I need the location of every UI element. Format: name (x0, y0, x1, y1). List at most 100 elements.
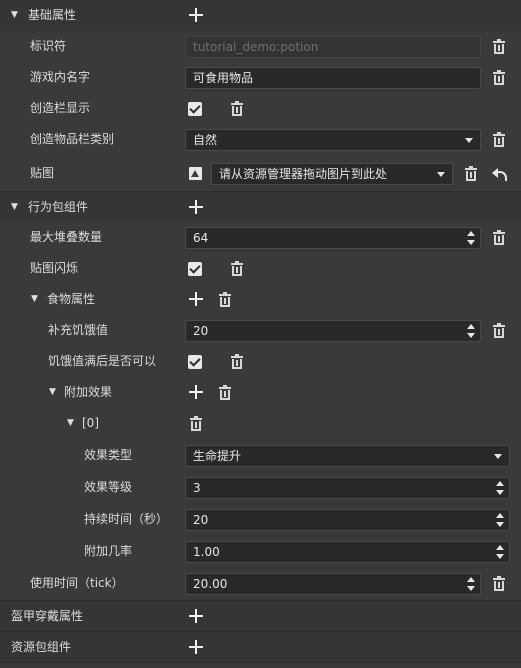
duration-value: 20 (193, 513, 209, 527)
plus-icon[interactable] (189, 385, 203, 399)
undo-icon[interactable] (492, 167, 508, 181)
section-title-armor: 盔甲穿戴属性 (11, 609, 84, 623)
nutrition-value: 20 (193, 324, 209, 338)
field-row-texture: 贴图 请从资源管理器拖动图片到此处 (0, 155, 521, 191)
field-row-use-time: 使用时间（tick） 20.00 (0, 568, 521, 599)
food-group-title: 食物属性 (47, 292, 96, 306)
spinner-arrows-icon[interactable] (467, 577, 475, 591)
can-always-eat-label: 饥饿值满后是否可以 (48, 354, 157, 368)
identifier-input[interactable]: tutorial_demo:potion (185, 36, 481, 58)
caret-down-icon[interactable]: ▼ (11, 0, 18, 30)
field-row-effect-type: 效果类型 生命提升 (0, 440, 521, 471)
plus-icon[interactable] (189, 609, 203, 623)
use-time-value: 20.00 (193, 577, 228, 591)
field-row-effect-level: 效果等级 3 (0, 472, 521, 503)
trash-icon[interactable] (219, 385, 231, 400)
duration-spinbox[interactable]: 20 (185, 509, 510, 531)
creative-show-label: 创造栏显示 (30, 101, 91, 115)
section-header-resource[interactable]: 资源包组件 (0, 632, 521, 662)
texture-flash-checkbox[interactable] (188, 262, 202, 276)
field-row-max-stack: 最大堆叠数量 64 (0, 222, 521, 253)
section-title-basic: 基础属性 (28, 8, 77, 22)
chevron-down-icon (465, 138, 473, 143)
plus-icon[interactable] (189, 8, 203, 22)
group-header-effects[interactable]: ▼ 附加效果 (0, 377, 521, 408)
section-header-basic[interactable]: ▼ 基础属性 (0, 0, 521, 31)
property-panel: ▼ 基础属性 标识符 tutorial_demo:potion 游戏内名字 可食… (0, 0, 521, 668)
plus-icon[interactable] (189, 640, 203, 654)
can-always-eat-checkbox[interactable] (188, 355, 202, 369)
chance-value: 1.00 (193, 545, 220, 559)
effect-type-value: 生命提升 (193, 449, 242, 463)
trash-icon[interactable] (493, 576, 505, 591)
group-header-food[interactable]: ▼ 食物属性 (0, 284, 521, 315)
duration-label: 持续时间（秒） (84, 512, 169, 526)
caret-down-icon[interactable]: ▼ (67, 408, 74, 438)
use-time-spinbox[interactable]: 20.00 (185, 573, 481, 595)
effect-level-value: 3 (193, 481, 201, 495)
field-row-texture-flash: 贴图闪烁 (0, 253, 521, 284)
section-title-behavior: 行为包组件 (28, 200, 89, 214)
creative-category-label: 创造物品栏类别 (30, 132, 115, 146)
image-icon (189, 167, 202, 180)
trash-icon[interactable] (219, 292, 231, 307)
group-header-effect-0[interactable]: ▼ [0] (0, 408, 521, 439)
section-header-behavior[interactable]: ▼ 行为包组件 (0, 192, 521, 222)
field-row-display-name: 游戏内名字 可食用物品 (0, 62, 521, 93)
texture-drop-select[interactable]: 请从资源管理器拖动图片到此处 (211, 163, 453, 185)
plus-icon[interactable] (189, 292, 203, 306)
section-title-resource: 资源包组件 (11, 640, 72, 654)
field-row-chance: 附加几率 1.00 (0, 536, 521, 567)
identifier-label: 标识符 (30, 39, 67, 53)
display-name-label: 游戏内名字 (30, 70, 91, 84)
field-row-duration: 持续时间（秒） 20 (0, 504, 521, 535)
creative-category-select[interactable]: 自然 (185, 129, 481, 151)
spinner-arrows-icon[interactable] (467, 231, 475, 245)
trash-icon[interactable] (493, 39, 505, 54)
trash-icon[interactable] (493, 323, 505, 338)
field-row-creative-show: 创造栏显示 (0, 93, 521, 124)
texture-label: 贴图 (30, 166, 55, 180)
max-stack-value: 64 (193, 231, 209, 245)
field-row-can-always-eat: 饥饿值满后是否可以 (0, 346, 521, 377)
effect-level-label: 效果等级 (84, 480, 133, 494)
creative-category-value: 自然 (193, 133, 218, 147)
max-stack-spinbox[interactable]: 64 (185, 227, 481, 249)
plus-icon[interactable] (189, 200, 203, 214)
trash-icon[interactable] (190, 416, 202, 431)
max-stack-label: 最大堆叠数量 (30, 230, 103, 244)
caret-down-icon[interactable]: ▼ (31, 284, 38, 314)
use-time-label: 使用时间（tick） (30, 576, 124, 590)
trash-icon[interactable] (231, 261, 243, 276)
spinner-arrows-icon[interactable] (496, 481, 504, 495)
effect-type-label: 效果类型 (84, 448, 133, 462)
spinner-arrows-icon[interactable] (496, 513, 504, 527)
display-name-input[interactable]: 可食用物品 (185, 67, 481, 89)
trash-icon[interactable] (231, 101, 243, 116)
section-header-armor[interactable]: 盔甲穿戴属性 (0, 601, 521, 631)
spinner-arrows-icon[interactable] (496, 545, 504, 559)
field-row-nutrition: 补充饥饿值 20 (0, 315, 521, 346)
trash-icon[interactable] (493, 230, 505, 245)
spinner-arrows-icon[interactable] (467, 324, 475, 338)
creative-show-checkbox[interactable] (188, 102, 202, 116)
effect-level-spinbox[interactable]: 3 (185, 477, 510, 499)
trash-icon[interactable] (493, 70, 505, 85)
texture-value: 请从资源管理器拖动图片到此处 (219, 167, 388, 181)
chevron-down-icon (494, 454, 502, 459)
caret-down-icon[interactable]: ▼ (49, 377, 56, 407)
caret-down-icon[interactable]: ▼ (11, 192, 18, 222)
trash-icon[interactable] (231, 354, 243, 369)
texture-flash-label: 贴图闪烁 (30, 261, 79, 275)
field-row-identifier: 标识符 tutorial_demo:potion (0, 31, 521, 62)
effects-group-title: 附加效果 (64, 385, 113, 399)
nutrition-spinbox[interactable]: 20 (185, 320, 481, 342)
effect-0-title: [0] (82, 416, 99, 430)
trash-icon[interactable] (465, 166, 477, 181)
chance-label: 附加几率 (84, 544, 133, 558)
trash-icon[interactable] (493, 132, 505, 147)
field-row-creative-category: 创造物品栏类别 自然 (0, 124, 521, 155)
effect-type-select[interactable]: 生命提升 (185, 445, 510, 467)
chance-spinbox[interactable]: 1.00 (185, 541, 510, 563)
divider (0, 662, 521, 663)
